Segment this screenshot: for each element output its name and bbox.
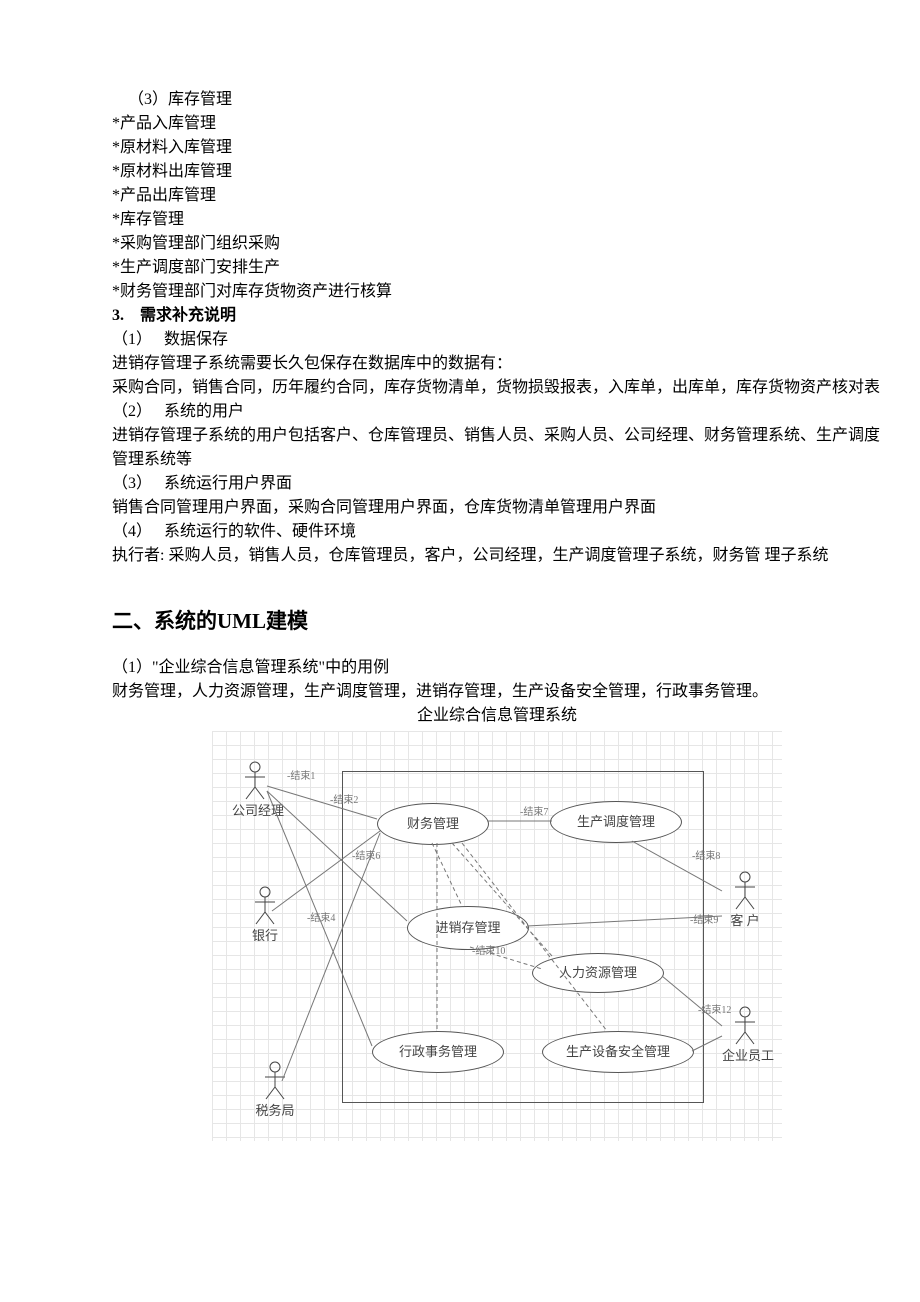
usecase-inventory: 进销存管理 — [407, 906, 529, 950]
sec3-item-6: *生产调度部门安排生产 — [112, 256, 882, 280]
req-p1-title: （1） 数据保存 — [112, 328, 882, 352]
req-p4-title: （4） 系统运行的软件、硬件环境 — [112, 520, 882, 544]
actor-icon — [250, 886, 280, 926]
sec3-item-1: *原材料入库管理 — [112, 136, 882, 160]
document-page: （3）库存管理 *产品入库管理 *原材料入库管理 *原材料出库管理 *产品出库管… — [0, 0, 920, 1302]
sec3-item-3: *产品出库管理 — [112, 184, 882, 208]
req-p1-body2: 采购合同，销售合同，历年履约合同，库存货物清单，货物损毁报表，入库单，出库单，库… — [112, 376, 882, 400]
actor-manager-label: 公司经理 — [232, 801, 278, 821]
uml-heading: 二、系统的UML建模 — [112, 606, 882, 638]
sec3-title: （3）库存管理 — [112, 88, 882, 112]
usecase-safety: 生产设备安全管理 — [542, 1031, 694, 1073]
usecase-finance: 财务管理 — [377, 803, 489, 845]
actor-tax: 税务局 — [252, 1061, 298, 1121]
sec3-item-0: *产品入库管理 — [112, 112, 882, 136]
usecase-schedule: 生产调度管理 — [550, 801, 682, 843]
assoc-2: -结束2 — [330, 793, 358, 808]
req-p3-title: （3） 系统运行用户界面 — [112, 472, 882, 496]
assoc-6: -结束6 — [352, 849, 380, 864]
assoc-8: -结束8 — [692, 849, 720, 864]
assoc-4: -结束4 — [307, 911, 335, 926]
actor-icon — [260, 1061, 290, 1101]
req-p1-body1: 进销存管理子系统需要长久包保存在数据库中的数据有： — [112, 352, 882, 376]
actor-icon — [240, 761, 270, 801]
req-p3-body: 销售合同管理用户界面，采购合同管理用户界面，仓库货物清单管理用户界面 — [112, 496, 882, 520]
actor-tax-label: 税务局 — [252, 1101, 298, 1121]
actor-icon — [730, 871, 760, 911]
sec3-item-5: *采购管理部门组织采购 — [112, 232, 882, 256]
actor-bank-label: 银行 — [242, 926, 288, 946]
actor-customer-label: 客 户 — [722, 911, 768, 931]
req-p2-body: 进销存管理子系统的用户包括客户、仓库管理员、销售人员、采购人员、公司经理、财务管… — [112, 424, 882, 472]
assoc-10: -结束10 — [472, 944, 505, 959]
uml-line1: （1）"企业综合信息管理系统"中的用例 — [112, 656, 882, 680]
usecase-diagram: 财务管理 生产调度管理 进销存管理 人力资源管理 行政事务管理 生产设备安全管理… — [211, 730, 783, 1142]
req-heading: 3. 需求补充说明 — [112, 304, 882, 328]
actor-manager: 公司经理 — [232, 761, 278, 821]
actor-employee-label: 企业员工 — [722, 1046, 768, 1066]
assoc-12: -结束12 — [698, 1003, 731, 1018]
sec3-item-7: *财务管理部门对库存货物资产进行核算 — [112, 280, 882, 304]
assoc-1: -结束1 — [287, 769, 315, 784]
assoc-9: -结束9 — [690, 913, 718, 928]
usecase-hr: 人力资源管理 — [532, 953, 664, 993]
req-p2-title: （2） 系统的用户 — [112, 400, 882, 424]
uml-caption: 企业综合信息管理系统 — [112, 704, 882, 728]
diagram-container: 财务管理 生产调度管理 进销存管理 人力资源管理 行政事务管理 生产设备安全管理… — [112, 730, 882, 1150]
sec3-item-4: *库存管理 — [112, 208, 882, 232]
assoc-7: -结束7 — [520, 805, 548, 820]
sec3-item-2: *原材料出库管理 — [112, 160, 882, 184]
actor-icon — [730, 1006, 760, 1046]
actor-customer: 客 户 — [722, 871, 768, 931]
actor-bank: 银行 — [242, 886, 288, 946]
uml-line2: 财务管理，人力资源管理，生产调度管理，进销存管理，生产设备安全管理，行政事务管理… — [112, 680, 882, 704]
req-p4-body: 执行者: 采购人员，销售人员，仓库管理员，客户，公司经理，生产调度管理子系统，财… — [112, 544, 882, 568]
usecase-admin: 行政事务管理 — [372, 1031, 504, 1073]
